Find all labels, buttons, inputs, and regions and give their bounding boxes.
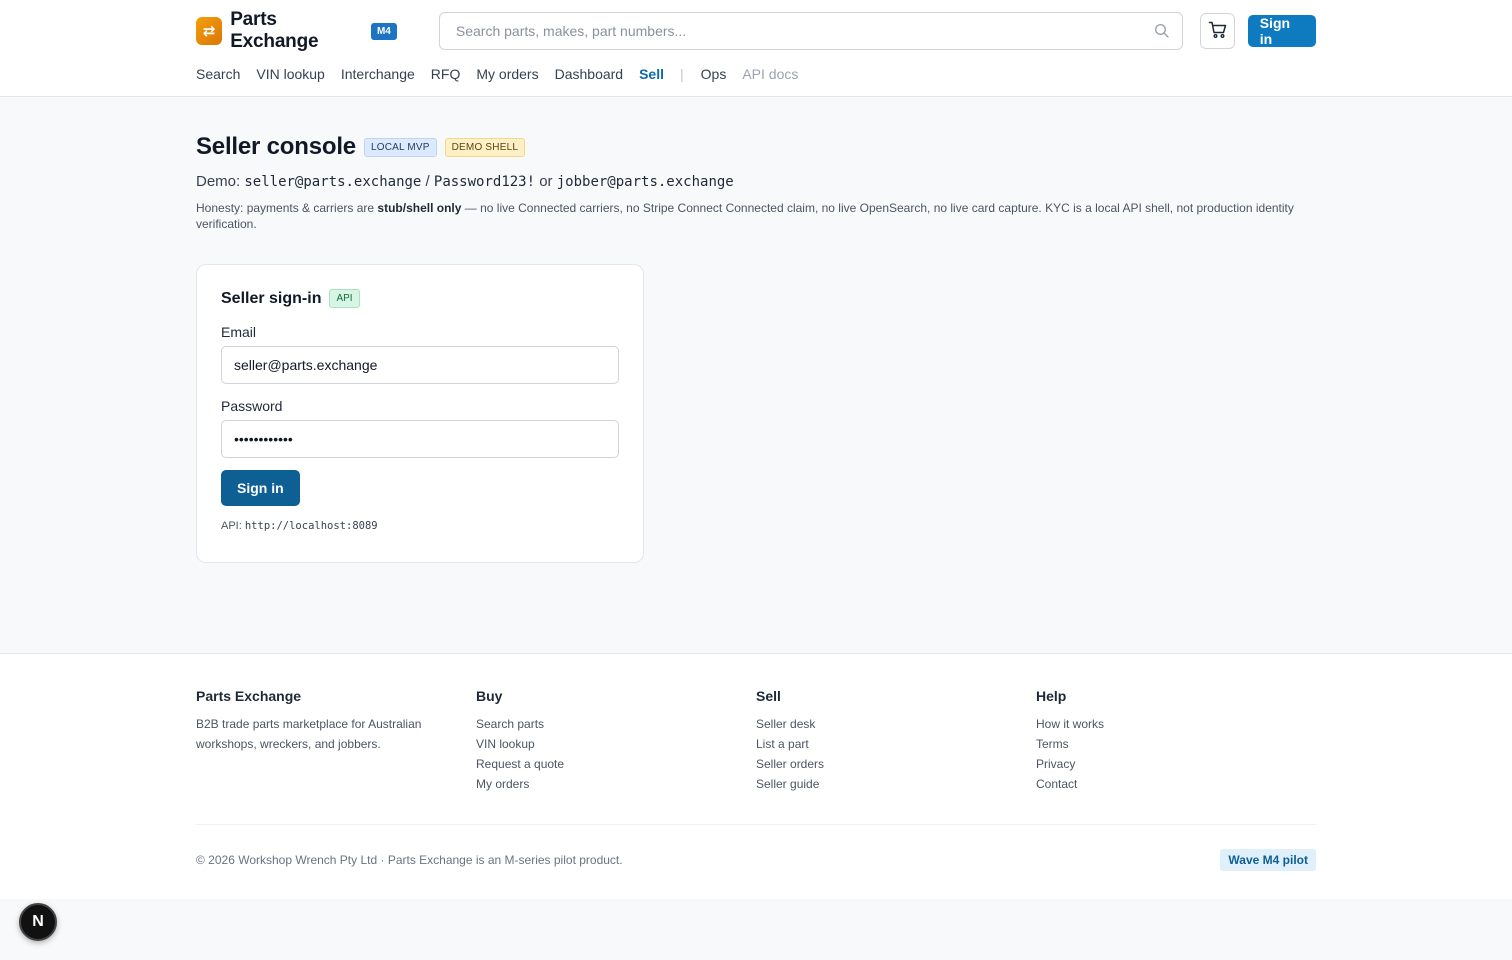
wave-badge: Wave M4 pilot [1220,848,1316,871]
demo-or: or [539,173,553,190]
header-signin-button[interactable]: Sign in [1247,15,1317,47]
brand-name: Parts Exchange [230,9,319,52]
footer-sell: Sell Seller desk List a part Seller orde… [756,688,1036,794]
demo-shell-badge: DEMO SHELL [444,137,526,157]
nav-search[interactable]: Search [196,66,240,82]
footer-about-text: B2B trade parts marketplace for Australi… [196,717,422,751]
top-header: ⇄ Parts Exchange M4 Sign in Search VIN l… [0,0,1512,97]
demo-prefix: Demo: [196,173,241,190]
demo-slash: / [425,173,430,190]
footer-link-terms[interactable]: Terms [1036,734,1316,754]
nav-my-orders[interactable]: My orders [476,66,538,82]
footer-link-seller-desk[interactable]: Seller desk [756,714,1036,734]
devtools-button[interactable]: N [19,903,57,941]
nav-vin-lookup[interactable]: VIN lookup [256,66,324,82]
footer-help: Help How it works Terms Privacy Contact [1036,688,1316,794]
nav-separator: | [680,66,684,82]
footer-about: Parts Exchange B2B trade parts marketpla… [196,688,476,794]
footer-link-seller-guide[interactable]: Seller guide [756,774,1036,794]
footer-link-my-orders[interactable]: My orders [476,774,756,794]
main-content: Seller console LOCAL MVP DEMO SHELL Demo… [0,97,1512,653]
footer-buy-title: Buy [476,688,503,704]
email-field[interactable] [221,346,619,384]
nav-rfq[interactable]: RFQ [431,66,461,82]
cart-button[interactable] [1200,13,1235,49]
footer-sell-title: Sell [756,688,781,704]
nav-sell[interactable]: Sell [639,66,664,82]
footer-about-title: Parts Exchange [196,688,302,704]
demo-password: Password123! [433,174,536,190]
api-note: API: http://localhost:8089 [221,520,619,532]
honesty-bold: stub/shell only [377,201,462,215]
footer-link-list-part[interactable]: List a part [756,734,1036,754]
footer-link-contact[interactable]: Contact [1036,774,1316,794]
nav-api-docs[interactable]: API docs [742,66,798,82]
main-nav: Search VIN lookup Interchange RFQ My ord… [196,62,1316,86]
footer-help-title: Help [1036,688,1067,704]
search-box[interactable] [438,12,1184,50]
cart-icon [1208,20,1228,43]
email-label: Email [221,324,257,340]
page-title: Seller console [196,133,356,160]
demo-email-jobber: jobber@parts.exchange [556,174,734,190]
copyright: © 2026 Workshop Wrench Pty Ltd · Parts E… [196,852,623,867]
brand[interactable]: ⇄ Parts Exchange M4 [196,9,397,53]
api-badge: API [329,289,360,308]
signin-button[interactable]: Sign in [221,470,300,506]
footer-link-privacy[interactable]: Privacy [1036,754,1316,774]
local-mvp-badge: LOCAL MVP [363,137,437,157]
footer: Parts Exchange B2B trade parts marketpla… [0,653,1512,899]
swap-arrows-icon: ⇄ [196,17,223,45]
honesty-prefix: Honesty: payments & carriers are [196,201,375,215]
demo-email: seller@parts.exchange [244,174,422,190]
nav-interchange[interactable]: Interchange [341,66,415,82]
footer-link-vin-lookup[interactable]: VIN lookup [476,734,756,754]
honesty-note: Honesty: payments & carriers are stub/sh… [196,200,1296,232]
footer-link-how-it-works[interactable]: How it works [1036,714,1316,734]
seller-signin-card: Seller sign-in API Email Password Sign i… [196,264,644,563]
api-url: http://localhost:8089 [244,520,378,532]
footer-link-search-parts[interactable]: Search parts [476,714,756,734]
brand-badge: M4 [370,22,397,40]
api-label: API: [221,520,242,532]
password-label: Password [221,398,283,414]
footer-buy: Buy Search parts VIN lookup Request a qu… [476,688,756,794]
card-title: Seller sign-in [221,289,322,307]
search-icon[interactable] [1154,23,1170,39]
search-input[interactable] [455,23,1155,39]
password-field[interactable] [221,420,619,458]
demo-credentials: Demo: seller@parts.exchange / Password12… [196,173,1316,190]
nav-ops[interactable]: Ops [701,66,727,82]
footer-link-request-quote[interactable]: Request a quote [476,754,756,774]
nav-dashboard[interactable]: Dashboard [555,66,624,82]
footer-link-seller-orders[interactable]: Seller orders [756,754,1036,774]
